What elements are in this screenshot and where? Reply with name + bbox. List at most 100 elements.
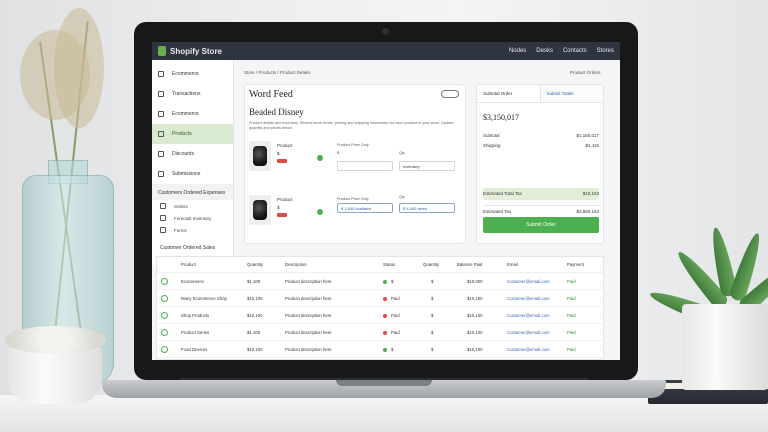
field-label: Product Price Only [337,143,369,147]
nav-link-desks[interactable]: Desks [536,48,553,54]
cell-email[interactable]: Customer@email.com [507,296,550,301]
breadcrumb-right-link[interactable]: Product Orders [570,70,601,75]
cell-product: Product Series [181,330,210,335]
col-header[interactable]: Status [383,262,395,267]
tab-submit-totals[interactable]: Submit Totals [539,85,603,102]
cell-email[interactable]: Customer@email.com [507,313,550,318]
field-label: Qty [399,151,405,155]
row-icon [161,346,168,353]
toggle-switch[interactable] [441,90,459,98]
speaker-image [253,200,267,220]
cell-status: $ [391,347,394,352]
cell-status: Paid [391,313,400,318]
table-row[interactable]: Many Ecommerce Shop $10,100 Product desc… [157,291,605,307]
cell-desc: Product description here [285,279,332,284]
cell-paid: $10,000 [467,279,483,284]
col-header[interactable]: Description [285,262,307,267]
row-label: Shipping [483,143,501,148]
col-header[interactable]: Payment [567,262,584,267]
app-logo[interactable]: Shopify Store [158,46,222,56]
price-input[interactable]: $ 1,500 Available [337,203,393,213]
row-label: Estimated Tax [483,209,512,214]
nav-link-stores[interactable]: Stores [597,48,614,54]
sidebar-subitem-label: Forms [174,227,187,233]
col-header[interactable]: Product [181,262,196,267]
table-row[interactable]: Shop Products $10,100 Product descriptio… [157,308,605,324]
sidebar-item-products[interactable]: Products [152,124,233,144]
summary-row: Estimated Total Tax $10,153 [483,191,599,196]
table-header: Product Quantity Description Status Quan… [157,257,605,273]
price-tag [277,213,287,217]
cell-count: $ [431,330,434,335]
status-dot [317,155,323,161]
sidebar-item-label: Products [172,131,192,137]
box-icon [158,131,164,137]
sidebar-item-transactions[interactable]: Transactions [152,84,233,104]
product-title: Beaded Disney [249,107,304,117]
white-moss [4,326,106,354]
col-header[interactable]: Quantity [247,262,263,267]
inventory-input[interactable]: $ 4,500 Items [399,203,455,213]
settings-icon [158,171,164,177]
cell-desc: Product description here [285,347,332,352]
cell-qty: $10,100 [247,347,263,352]
product-details-card: Word Feed Beaded Disney Product details … [244,84,466,244]
sidebar-item-discounts[interactable]: Discounts [152,144,233,164]
sidebar-subitem-forecast[interactable]: Forecast Inventory [152,212,233,224]
submit-order-button[interactable]: Submit Order [483,217,599,233]
col-header[interactable]: Quantity [423,262,439,267]
product-price: $ [277,151,280,156]
sidebar-subitem-orders[interactable]: Orders [152,200,233,212]
app-name: Shopify Store [170,46,223,56]
table-row[interactable]: Ecommerce $1,100 Product description her… [157,274,605,290]
product-description: Product details and inventory. Review st… [249,121,454,130]
sidebar-item-submissions[interactable]: Submissions [152,164,233,184]
status-dot [383,280,387,284]
tab-subtotal-order[interactable]: Subtotal Order [477,85,540,102]
sidebar-item-ecommerce-2[interactable]: Ecommerce [152,104,233,124]
row-label: Estimated Total Tax [483,191,522,196]
field-label: $ [337,151,340,155]
table-row[interactable]: Product Series $1,100 Product descriptio… [157,325,605,341]
list-icon [160,203,166,209]
sidebar-item-ecommerce[interactable]: Ecommerce [152,64,233,84]
page-title: Word Feed [249,89,293,100]
sidebar-subitem-forms[interactable]: Forms [152,224,233,236]
table-row[interactable]: Food Devices $10,100 Product description… [157,342,605,358]
row-label: Subtotal [483,133,500,138]
price-input[interactable] [337,161,393,171]
laptop-notch [336,380,432,386]
cell-desc: Product description here [285,330,332,335]
nav-link-nodes[interactable]: Nodes [509,48,526,54]
cell-product: Food Devices [181,347,208,352]
breadcrumb[interactable]: Store / Products / Product Details [244,70,311,75]
cell-email[interactable]: Customer@email.com [507,279,550,284]
cell-paid: $10,100 [467,330,483,335]
cell-payment: Paid [567,296,576,301]
store-icon [158,71,164,77]
cell-payment: Paid [567,313,576,318]
shopping-bag-icon [158,46,166,56]
orders-table: Product Quantity Description Status Quan… [156,256,605,360]
product-image[interactable] [249,141,271,171]
cell-count: $ [431,313,434,318]
nav-link-contacts[interactable]: Contacts [563,48,587,54]
col-header[interactable]: Email [507,262,518,267]
cell-paid: $10,100 [467,313,483,318]
sidebar-item-label: Transactions [172,91,201,97]
cell-email[interactable]: Customer@email.com [507,330,550,335]
row-icon [161,312,168,319]
status-dot [383,348,387,352]
row-value: $3,850,153 [576,209,599,214]
cell-desc: Product description here [285,313,332,318]
inventory-input[interactable]: Inventory [399,161,455,171]
row-icon [161,295,168,302]
col-header[interactable]: Balance Paid [457,262,482,267]
cell-email[interactable]: Customer@email.com [507,347,550,352]
cell-qty: $10,100 [247,313,263,318]
cell-qty: $1,100 [247,330,261,335]
product-image[interactable] [249,195,271,225]
sidebar-item-label: Ecommerce [172,71,199,77]
summary-total: $3,150,017 [483,113,519,122]
row-icon [161,329,168,336]
